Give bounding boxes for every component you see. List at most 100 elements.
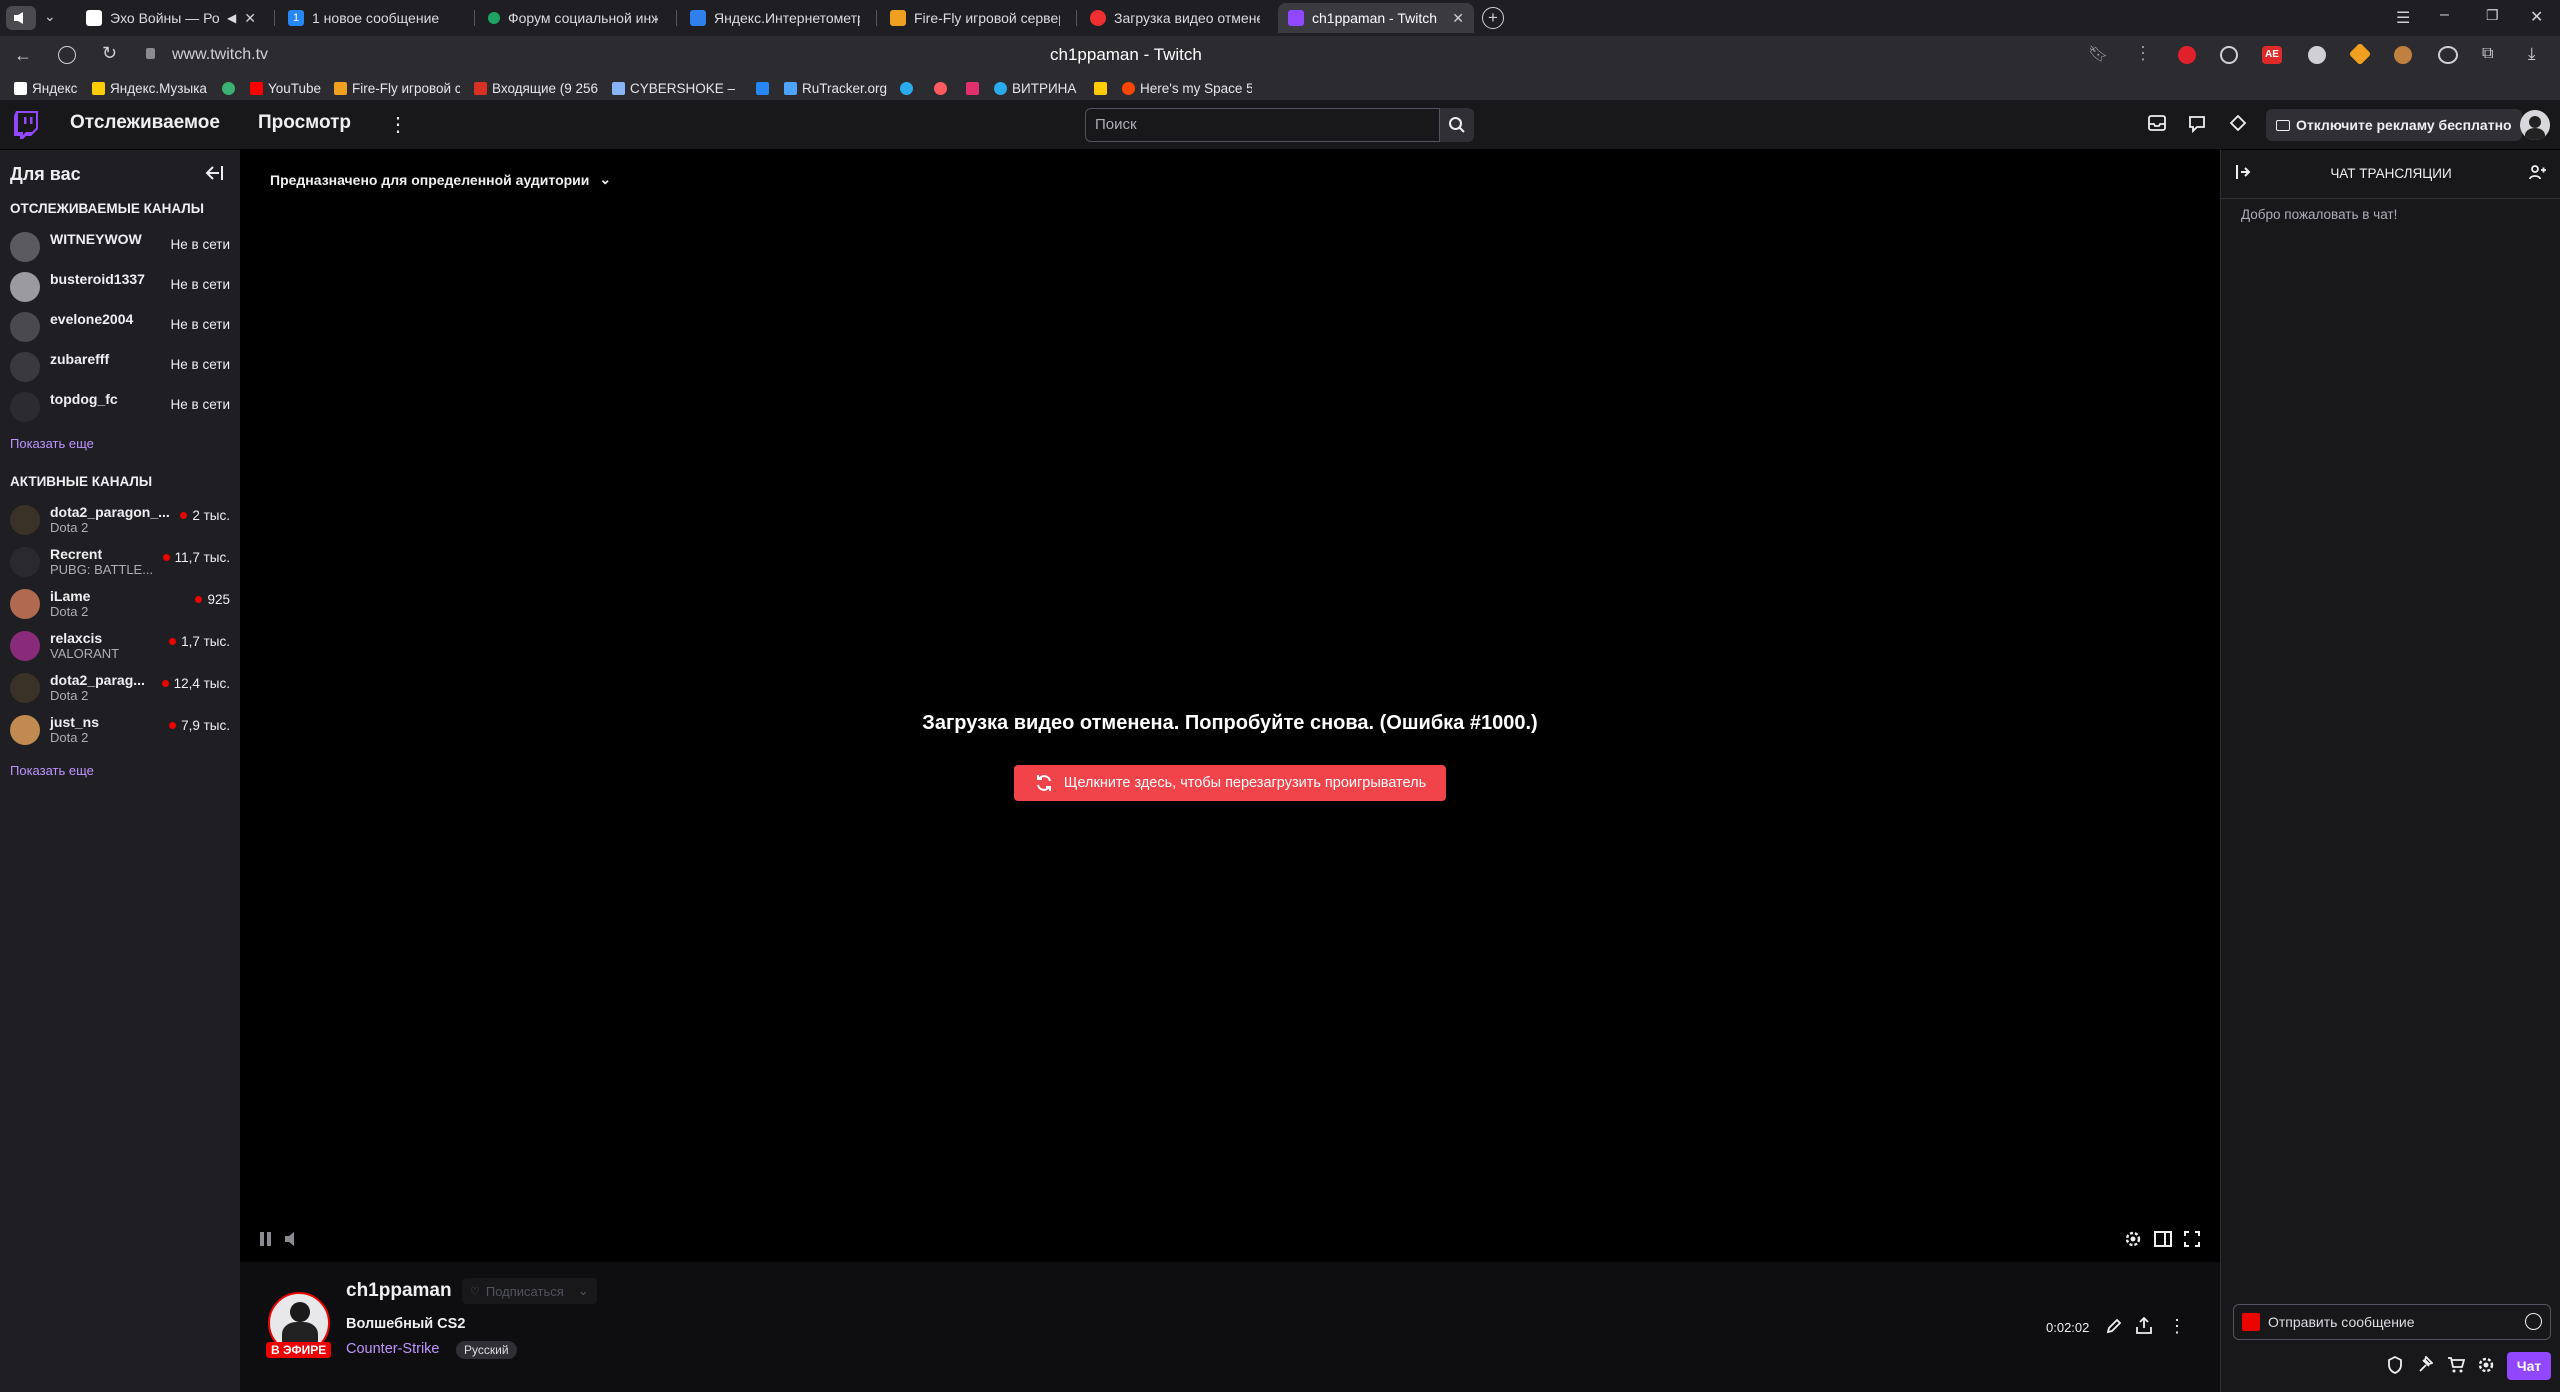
download-icon[interactable]: ⤓ — [2528, 44, 2536, 64]
bookmark-yandex-music[interactable]: Яндекс.Музыка — [92, 78, 207, 98]
pin-icon[interactable] — [2417, 1356, 2433, 1374]
followed-channel-item[interactable]: busteroid1337 Не в сети — [0, 265, 240, 305]
user-avatar[interactable] — [2520, 110, 2550, 140]
followed-channel-item[interactable]: WITNEYWOW Не в сети — [0, 225, 240, 265]
protect-icon[interactable] — [58, 46, 76, 64]
browser-tab[interactable]: Яндекс.Интернетометр - — [680, 3, 870, 33]
url-field[interactable]: www.twitch.tv — [172, 46, 268, 64]
channel-name[interactable]: ch1ppaman — [346, 1280, 452, 1302]
browser-tab[interactable]: Загрузка видео отменен — [1080, 3, 1270, 33]
prime-crown-icon[interactable] — [2229, 115, 2247, 131]
tab-menu-icon[interactable]: ☰ — [2396, 8, 2410, 28]
active-channel-item[interactable]: Recrent PUBG: BATTLE... 11,7 тыс. — [0, 540, 240, 582]
extension-opera-icon[interactable] — [2178, 46, 2196, 64]
back-arrow-icon[interactable]: ← — [14, 45, 32, 66]
more-vertical-icon[interactable]: ⋮ — [388, 112, 408, 137]
followed-channel-item[interactable]: topdog_fc Не в сети — [0, 385, 240, 425]
browser-tab[interactable]: Форум социальной инже — [478, 3, 668, 33]
more-vertical-icon[interactable]: ⋮ — [2168, 1316, 2186, 1337]
bookmark-reddit[interactable]: Here's my Space 5 — [1122, 78, 1252, 98]
whispers-icon[interactable] — [2188, 115, 2206, 133]
nav-browse[interactable]: Просмотр — [258, 112, 351, 134]
extension-cookie-icon[interactable] — [2394, 46, 2412, 64]
bookmark-firefly[interactable]: Fire-Fly игровой с — [334, 78, 460, 98]
twitch-logo-icon[interactable] — [14, 111, 38, 139]
collapse-sidebar-icon[interactable] — [204, 164, 224, 182]
extension-ae-icon[interactable]: AE — [2262, 46, 2282, 64]
new-tab-button[interactable]: + — [1482, 7, 1504, 29]
chat-users-icon[interactable] — [2529, 164, 2547, 180]
browser-tab-active[interactable]: ch1ppaman - Twitch ✕ — [1278, 3, 1474, 33]
pause-icon[interactable] — [260, 1232, 271, 1246]
minimize-button[interactable]: – — [2440, 6, 2449, 24]
reddit-icon — [1122, 81, 1135, 95]
close-tab-icon[interactable]: ✕ — [1452, 10, 1464, 27]
bookmark-icon[interactable]: 🔖︎ — [2088, 44, 2108, 64]
followed-channel-item[interactable]: evelone2004 Не в сети — [0, 305, 240, 345]
chat-settings-gear-icon[interactable] — [2477, 1356, 2495, 1374]
bookmark-instagram[interactable] — [966, 78, 979, 98]
browser-tab[interactable]: Fire-Fly игровой сервер — [880, 3, 1070, 33]
browser-tab[interactable]: 1 1 новое сообщение — [278, 3, 468, 33]
search-input[interactable]: Поиск — [1085, 108, 1440, 142]
active-channel-item[interactable]: relaxcis VALORANT 1,7 тыс. — [0, 624, 240, 666]
nav-following[interactable]: Отслеживаемое — [70, 112, 220, 134]
settings-gear-icon[interactable] — [2124, 1230, 2142, 1248]
category-link[interactable]: Counter-Strike — [346, 1341, 439, 1357]
follow-button[interactable]: ♡ Подписаться ⌄ — [462, 1278, 597, 1304]
tab-list-chevron-icon[interactable]: ⌄ — [44, 8, 56, 25]
extension-puzzle-icon[interactable]: ⧉ — [2482, 45, 2493, 63]
chat-send-button[interactable]: Чат — [2507, 1352, 2551, 1380]
audience-dropdown[interactable]: Предназначено для определенной аудитории… — [270, 171, 611, 188]
reload-player-button[interactable]: Щелкните здесь, чтобы перезагрузить прои… — [1014, 765, 1446, 801]
show-more-active-link[interactable]: Показать еще — [10, 763, 94, 778]
bookmark-vk[interactable] — [756, 78, 769, 98]
active-channel-item[interactable]: just_ns Dota 2 7,9 тыс. — [0, 708, 240, 750]
followed-channel-item[interactable]: zubarefff Не в сети — [0, 345, 240, 385]
share-icon[interactable] — [2136, 1317, 2152, 1334]
volume-icon[interactable] — [284, 1231, 300, 1247]
audio-playing-icon[interactable]: ◀︎ — [227, 11, 236, 25]
bookmark-yandex[interactable]: Яндекс — [14, 78, 77, 98]
chat-input[interactable]: Отправить сообщение — [2233, 1304, 2551, 1340]
bookmark-gmail[interactable]: Входящие (9 256) — [474, 78, 598, 98]
close-window-button[interactable]: ✕ — [2530, 7, 2543, 27]
gift-cart-icon[interactable] — [2447, 1356, 2465, 1374]
restore-button[interactable]: ❐ — [2486, 7, 2499, 24]
bookmark-youtube[interactable]: YouTube — [250, 78, 321, 98]
extension-ghost-icon[interactable] — [2308, 46, 2326, 64]
bookmark-circle[interactable] — [934, 78, 947, 98]
inbox-icon[interactable] — [2148, 115, 2166, 131]
emoji-icon[interactable] — [2525, 1313, 2542, 1330]
remove-ads-button[interactable]: Отключите рекламу бесплатно — [2266, 109, 2522, 141]
chat-panel: ЧАТ ТРАНСЛЯЦИИ Добро пожаловать в чат! О… — [2220, 150, 2560, 1392]
fullscreen-icon[interactable] — [2184, 1231, 2200, 1247]
bookmark-forum[interactable] — [222, 78, 235, 98]
extension-globe-icon[interactable] — [2220, 46, 2238, 64]
bookmark-cybershoke[interactable]: CYBERSHOKE – C — [612, 78, 738, 98]
mod-shield-icon[interactable] — [2387, 1356, 2403, 1374]
bookmark-rutracker[interactable]: RuTracker.org — [784, 78, 887, 98]
edit-pencil-icon[interactable] — [2106, 1318, 2122, 1334]
active-channel-item[interactable]: iLame Dota 2 925 — [0, 582, 240, 624]
close-tab-icon[interactable]: ✕ — [244, 10, 256, 27]
live-badge: В ЭФИРЕ — [266, 1342, 332, 1358]
reload-icon[interactable]: ↻ — [102, 43, 117, 64]
more-vertical-icon[interactable]: ⋮ — [2134, 43, 2152, 64]
search-button[interactable] — [1440, 108, 1474, 142]
search-icon — [1449, 117, 1465, 133]
active-channel-item[interactable]: dota2_parag... Dota 2 12,4 тыс. — [0, 666, 240, 708]
bookmark-mail[interactable] — [1094, 78, 1107, 98]
language-tag[interactable]: Русский — [456, 1341, 517, 1359]
bookmark-telegram[interactable] — [900, 78, 913, 98]
video-player[interactable]: Предназначено для определенной аудитории… — [240, 150, 2220, 1262]
bookmark-vitrina[interactable]: ВИТРИНА — [994, 78, 1076, 98]
extension-dropper-icon[interactable] — [2348, 42, 2372, 66]
extension-play-icon[interactable] — [2438, 46, 2458, 64]
browser-tab[interactable]: Эхо Войны — Рома ◀︎ ✕ — [76, 3, 266, 33]
theatre-mode-icon[interactable] — [2154, 1231, 2172, 1247]
show-more-followed-link[interactable]: Показать еще — [10, 436, 94, 451]
live-dot-icon — [195, 596, 203, 603]
active-channel-item[interactable]: dota2_paragon_... Dota 2 2 тыс. — [0, 498, 240, 540]
browser-menu-button[interactable] — [6, 6, 36, 30]
